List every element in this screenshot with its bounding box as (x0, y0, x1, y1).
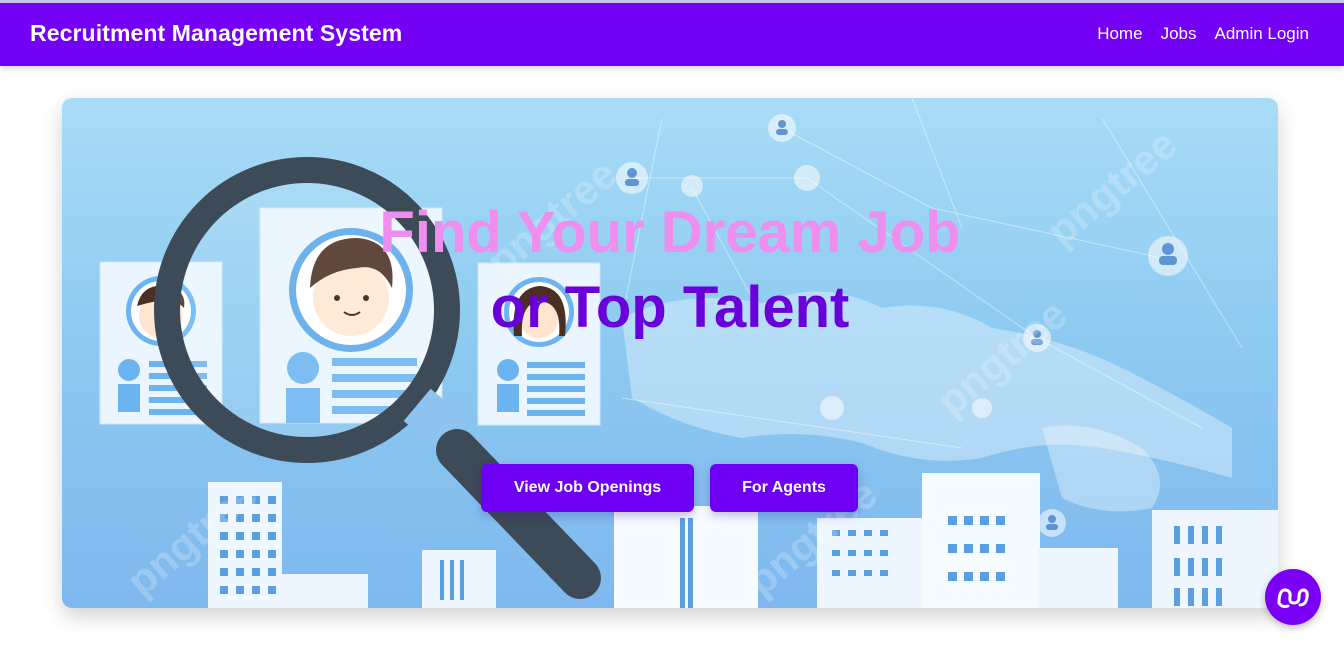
hero-banner: pngtree pngtree pngtree pngtree pngtree … (62, 98, 1278, 608)
navbar: Recruitment Management System Home Jobs … (0, 3, 1344, 66)
chat-widget-button[interactable] (1265, 569, 1321, 625)
nav-links: Home Jobs Admin Login (1097, 24, 1309, 44)
for-agents-button[interactable]: For Agents (710, 464, 858, 512)
brand-title[interactable]: Recruitment Management System (30, 20, 402, 47)
view-job-openings-button[interactable]: View Job Openings (481, 464, 694, 512)
nav-link-home[interactable]: Home (1097, 24, 1142, 44)
chat-widget-icon (1277, 588, 1309, 609)
nav-link-admin-login[interactable]: Admin Login (1214, 24, 1309, 44)
hero-background-illustration: pngtree pngtree pngtree pngtree pngtree (99, 98, 1278, 608)
hero-title-line2: or Top Talent (490, 275, 850, 340)
nav-link-jobs[interactable]: Jobs (1161, 24, 1197, 44)
hero-title-line1: Find Your Dream Job (379, 200, 961, 265)
